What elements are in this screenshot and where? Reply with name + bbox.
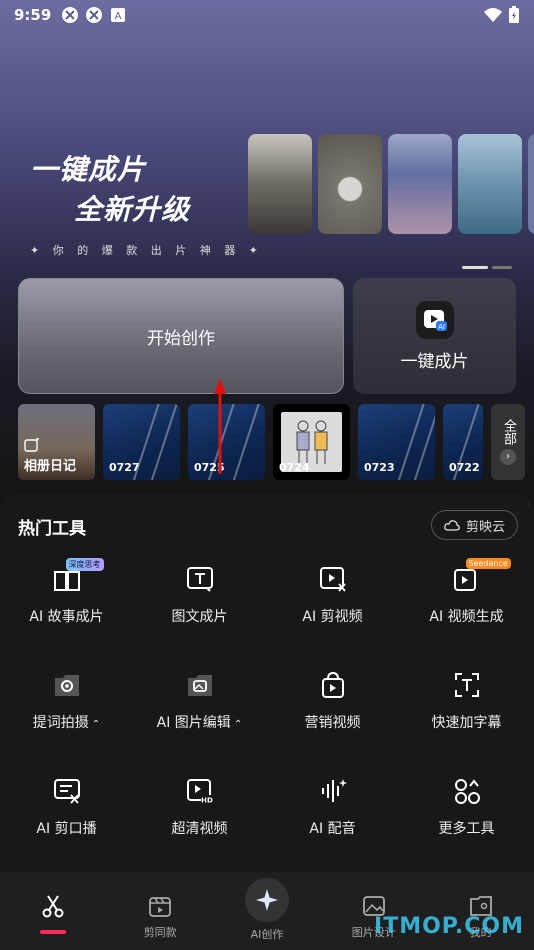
book-icon: 深度思考 [52, 558, 104, 594]
tool-ai-cut-talk[interactable]: AI 剪口播 [0, 766, 133, 866]
tool-label: AI 图片编辑 ⌃ [156, 715, 243, 731]
annotation-arrow-icon [214, 378, 226, 474]
tool-label: 图文成片 [171, 609, 228, 625]
pager-dot-active [462, 266, 488, 269]
ai-sparkle-icon [244, 878, 289, 922]
cloud-button[interactable]: 剪映云 [430, 510, 518, 540]
album-diary-label: 相册日记 [24, 459, 77, 474]
tool-badge: Seedance [465, 558, 511, 569]
banner-photo-sea [388, 134, 452, 234]
hd-video-icon: HD [185, 776, 215, 806]
start-creating-button[interactable]: 开始创作 [18, 278, 344, 394]
banner-thumbnails [248, 134, 534, 234]
waveform-icon [318, 776, 348, 806]
svg-text:AI: AI [438, 323, 445, 331]
cloud-label: 剪映云 [465, 519, 505, 535]
draft-item[interactable]: 0725 [188, 404, 265, 480]
app-notification-icon [62, 7, 79, 23]
tool-label: AI 视频生成 [429, 609, 504, 625]
script-scissor-icon [52, 776, 82, 806]
banner-title-line2: 全新升级 [74, 193, 191, 226]
app-notification-icon [86, 7, 103, 23]
battery-icon [509, 6, 519, 23]
tool-label: 营销视频 [304, 715, 361, 731]
nav-templates-label: 剪同款 [143, 926, 177, 939]
album-icon [24, 438, 39, 452]
banner-pager [462, 266, 512, 269]
banner-photo-partial [528, 134, 534, 234]
draft-item[interactable]: 0727 [103, 404, 180, 480]
shopping-bag-icon [318, 670, 348, 700]
active-tab-indicator [40, 930, 67, 934]
text-frame-icon [185, 564, 215, 594]
tool-ai-video-gen[interactable]: Seedance AI 视频生成 [400, 554, 533, 654]
banner-title-line1: 一键成片 [30, 153, 147, 186]
tool-label: 更多工具 [438, 821, 495, 837]
status-time: 9:59 [14, 6, 52, 24]
video-scissor-icon [318, 564, 348, 594]
tool-badge: 深度思考 [65, 558, 104, 571]
banner-photo-girl [248, 134, 312, 234]
draft-item[interactable]: 0723 [358, 404, 435, 480]
tool-label: AI 剪口播 [36, 821, 97, 837]
view-all-label: 全部 [501, 419, 516, 445]
panel-title: 热门工具 [18, 519, 86, 539]
tool-label: AI 配音 [309, 821, 356, 837]
tool-ai-image-edit[interactable]: AI 图片编辑 ⌃ [133, 660, 266, 760]
ai-video-icon: AI [415, 300, 454, 339]
tool-image-text-video[interactable]: 图文成片 [133, 554, 266, 654]
camera-folder-icon [52, 670, 82, 700]
draft-item[interactable]: 0722 [443, 404, 483, 480]
image-folder-icon [185, 670, 215, 700]
tool-hd-video[interactable]: HD 超清视频 [133, 766, 266, 866]
draft-date: 0727 [109, 461, 140, 474]
nav-edit[interactable] [0, 872, 107, 950]
draft-date: 0724 [279, 461, 310, 474]
more-grid-icon [452, 776, 482, 806]
tool-ai-cut-video[interactable]: AI 剪视频 [266, 554, 399, 654]
draft-date: 0723 [364, 461, 395, 474]
hot-tools-panel: 热门工具 剪映云 深度思考 AI 故事成片 图文成片 AI 剪视频 Seedan… [0, 492, 534, 872]
tool-label: 超清视频 [171, 821, 228, 837]
tool-label: AI 故事成片 [29, 609, 104, 625]
nav-templates[interactable]: 剪同款 [107, 872, 214, 950]
wifi-icon [484, 8, 502, 22]
banner-photo-coast [458, 134, 522, 234]
svg-text:A: A [115, 11, 122, 22]
banner-photo-cat [318, 134, 382, 234]
start-creating-label: 开始创作 [147, 328, 215, 349]
tool-ai-dubbing[interactable]: AI 配音 [266, 766, 399, 866]
promo-banner[interactable]: 一键成片 全新升级 ✦ 你 的 爆 款 出 片 神 器 ✦ [0, 130, 534, 257]
tool-marketing-video[interactable]: 营销视频 [266, 660, 399, 760]
draft-date: 0722 [449, 461, 480, 474]
chevron-right-icon: › [500, 449, 516, 465]
tool-label: AI 剪视频 [302, 609, 363, 625]
one-click-video-button[interactable]: AI 一键成片 [353, 278, 516, 394]
clapper-icon [149, 897, 172, 917]
one-click-label: 一键成片 [400, 351, 469, 372]
banner-tagline: ✦ 你 的 爆 款 出 片 神 器 ✦ [30, 244, 263, 257]
tool-more-tools[interactable]: 更多工具 [400, 766, 533, 866]
a-letter-icon: A [111, 8, 126, 22]
tool-ai-story[interactable]: 深度思考 AI 故事成片 [0, 554, 133, 654]
tool-label: 提词拍摄 ⌃ [32, 715, 101, 731]
draft-item[interactable]: 0724 [273, 404, 350, 480]
cloud-icon [444, 520, 460, 531]
caption-icon [452, 670, 482, 700]
tool-label: 快速加字幕 [431, 715, 502, 731]
scissors-icon [42, 895, 64, 918]
video-sparkle-icon: Seedance [452, 558, 511, 594]
nav-ai-label: AI创作 [250, 928, 284, 941]
tool-teleprompter[interactable]: 提词拍摄 ⌃ [0, 660, 133, 760]
svg-text:HD: HD [201, 797, 213, 805]
album-diary-item[interactable]: 相册日记 [18, 404, 95, 480]
nav-ai-create[interactable]: AI创作 [214, 872, 321, 950]
view-all-button[interactable]: 全部 › [491, 404, 525, 480]
pager-dot [492, 266, 512, 269]
status-bar: 9:59 A [0, 0, 534, 30]
tool-quick-captions[interactable]: 快速加字幕 [400, 660, 533, 760]
watermark: ITMOP.COM [374, 914, 524, 939]
recent-drafts-reel: 相册日记 0727 0725 0724 0723 0722 全部 › [18, 404, 525, 480]
